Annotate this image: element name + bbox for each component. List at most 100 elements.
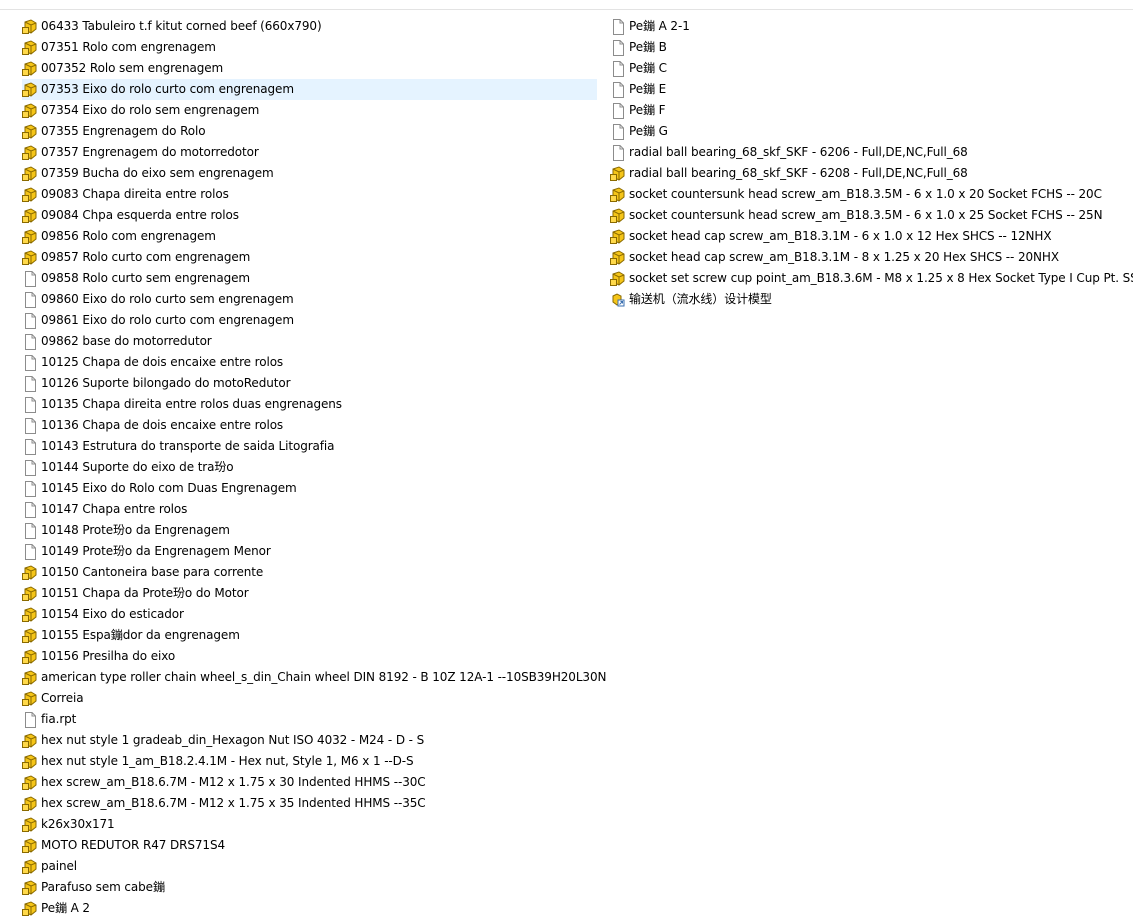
file-list-item[interactable]: 09084 Chpa esquerda entre rolos: [22, 205, 597, 226]
file-list-item[interactable]: 10155 Espa鏰dor da engrenagem: [22, 625, 597, 646]
file-list-item[interactable]: hex screw_am_B18.6.7M - M12 x 1.75 x 30 …: [22, 772, 597, 793]
solidworks-part-icon: [22, 774, 38, 791]
file-name-label: 09856 Rolo com engrenagem: [41, 229, 216, 243]
file-list-item[interactable]: socket countersunk head screw_am_B18.3.5…: [610, 205, 1133, 226]
solidworks-part-icon: [22, 564, 38, 581]
solidworks-part-icon: [610, 228, 626, 245]
file-list-item[interactable]: socket head cap screw_am_B18.3.1M - 6 x …: [610, 226, 1133, 247]
file-list-item[interactable]: Pe鏰 G: [610, 121, 1133, 142]
file-name-label: Pe鏰 G: [629, 124, 668, 138]
file-name-label: Pe鏰 C: [629, 61, 667, 75]
file-name-label: hex screw_am_B18.6.7M - M12 x 1.75 x 35 …: [41, 796, 426, 810]
solidworks-part-icon: [22, 228, 38, 245]
file-name-label: 09860 Eixo do rolo curto sem engrenagem: [41, 292, 294, 306]
file-list-item[interactable]: 07353 Eixo do rolo curto com engrenagem: [22, 79, 597, 100]
solidworks-part-icon: [22, 123, 38, 140]
file-list-item[interactable]: 10148 Prote玢o da Engrenagem: [22, 520, 597, 541]
file-list-item[interactable]: 07359 Bucha do eixo sem engrenagem: [22, 163, 597, 184]
file-list-item[interactable]: 10156 Presilha do eixo: [22, 646, 597, 667]
solidworks-part-icon: [22, 39, 38, 56]
file-list-item[interactable]: 06433 Tabuleiro t.f kitut corned beef (6…: [22, 16, 597, 37]
file-name-label: 10136 Chapa de dois encaixe entre rolos: [41, 418, 284, 432]
file-list-item[interactable]: 09862 base do motorredutor: [22, 331, 597, 352]
blank-file-icon: [22, 312, 38, 329]
file-list-item[interactable]: radial ball bearing_68_skf_SKF - 6208 - …: [610, 163, 1133, 184]
file-list-item[interactable]: Pe鏰 E: [610, 79, 1133, 100]
blank-file-icon: [22, 438, 38, 455]
file-list-item[interactable]: 07357 Engrenagem do motorredotor: [22, 142, 597, 163]
file-list-item[interactable]: 09083 Chapa direita entre rolos: [22, 184, 597, 205]
blank-file-icon: [610, 18, 626, 35]
blank-file-icon: [22, 396, 38, 413]
file-list-item[interactable]: radial ball bearing_68_skf_SKF - 6206 - …: [610, 142, 1133, 163]
blank-file-icon: [610, 81, 626, 98]
file-list-item[interactable]: MOTO REDUTOR R47 DRS71S4: [22, 835, 597, 856]
file-list-item[interactable]: 10149 Prote玢o da Engrenagem Menor: [22, 541, 597, 562]
file-list-item[interactable]: painel: [22, 856, 597, 877]
file-name-label: socket countersunk head screw_am_B18.3.5…: [629, 187, 1102, 201]
file-list-item[interactable]: 10150 Cantoneira base para corrente: [22, 562, 597, 583]
file-name-label: 09084 Chpa esquerda entre rolos: [41, 208, 239, 222]
file-list-item[interactable]: Pe鏰 F: [610, 100, 1133, 121]
file-name-label: socket head cap screw_am_B18.3.1M - 6 x …: [629, 229, 1052, 243]
file-name-label: radial ball bearing_68_skf_SKF - 6208 - …: [629, 166, 968, 180]
file-name-label: 10145 Eixo do Rolo com Duas Engrenagem: [41, 481, 297, 495]
solidworks-part-icon: [22, 81, 38, 98]
solidworks-part-icon: [22, 144, 38, 161]
file-list-item[interactable]: 09856 Rolo com engrenagem: [22, 226, 597, 247]
file-list-item[interactable]: socket set screw cup point_am_B18.3.6M -…: [610, 268, 1133, 289]
file-list-item[interactable]: 09858 Rolo curto sem engrenagem: [22, 268, 597, 289]
file-list-item[interactable]: 09860 Eixo do rolo curto sem engrenagem: [22, 289, 597, 310]
file-name-label: socket countersunk head screw_am_B18.3.5…: [629, 208, 1103, 222]
file-list-item[interactable]: american type roller chain wheel_s_din_C…: [22, 667, 606, 688]
blank-file-icon: [22, 354, 38, 371]
file-name-label: 09861 Eixo do rolo curto com engrenagem: [41, 313, 294, 327]
solidworks-part-icon: [22, 60, 38, 77]
file-list-item[interactable]: 10135 Chapa direita entre rolos duas eng…: [22, 394, 597, 415]
file-list-item[interactable]: hex screw_am_B18.6.7M - M12 x 1.75 x 35 …: [22, 793, 597, 814]
file-list-item[interactable]: 007352 Rolo sem engrenagem: [22, 58, 597, 79]
file-list-item[interactable]: 07355 Engrenagem do Rolo: [22, 121, 597, 142]
file-list-item[interactable]: socket head cap screw_am_B18.3.1M - 8 x …: [610, 247, 1133, 268]
file-list-item[interactable]: 10144 Suporte do eixo de tra玢o: [22, 457, 597, 478]
file-list-item[interactable]: 输送机（流水线）设计模型: [610, 289, 1133, 310]
solidworks-part-icon: [22, 165, 38, 182]
solidworks-part-icon: [22, 690, 38, 707]
file-list-item[interactable]: 10147 Chapa entre rolos: [22, 499, 597, 520]
file-list-left-column: 06433 Tabuleiro t.f kitut corned beef (6…: [22, 16, 606, 919]
file-list-item[interactable]: 10126 Suporte bilongado do motoRedutor: [22, 373, 597, 394]
file-list-item[interactable]: Parafuso sem cabe鏰: [22, 877, 597, 898]
file-list-item[interactable]: socket countersunk head screw_am_B18.3.5…: [610, 184, 1133, 205]
file-name-label: 10143 Estrutura do transporte de saida L…: [41, 439, 335, 453]
file-list-item[interactable]: 10154 Eixo do esticador: [22, 604, 597, 625]
file-list-item[interactable]: 10136 Chapa de dois encaixe entre rolos: [22, 415, 597, 436]
solidworks-part-icon: [22, 900, 38, 917]
file-list-item[interactable]: Pe鏰 C: [610, 58, 1133, 79]
blank-file-icon: [22, 270, 38, 287]
file-list-item[interactable]: hex nut style 1_am_B18.2.4.1M - Hex nut,…: [22, 751, 597, 772]
file-list-item[interactable]: 07351 Rolo com engrenagem: [22, 37, 597, 58]
file-list-item[interactable]: 10151 Chapa da Prote玢o do Motor: [22, 583, 597, 604]
file-list-item[interactable]: Pe鏰 B: [610, 37, 1133, 58]
file-list-item[interactable]: 10143 Estrutura do transporte de saida L…: [22, 436, 597, 457]
file-list-item[interactable]: Pe鏰 A 2-1: [610, 16, 1133, 37]
file-name-label: radial ball bearing_68_skf_SKF - 6206 - …: [629, 145, 968, 159]
file-list-item[interactable]: 10145 Eixo do Rolo com Duas Engrenagem: [22, 478, 597, 499]
file-list-item[interactable]: Correia: [22, 688, 597, 709]
file-list-item[interactable]: hex nut style 1 gradeab_din_Hexagon Nut …: [22, 730, 597, 751]
solidworks-part-icon: [610, 186, 626, 203]
file-list-item[interactable]: 10125 Chapa de dois encaixe entre rolos: [22, 352, 597, 373]
blank-file-icon: [22, 417, 38, 434]
file-list-item[interactable]: 09857 Rolo curto com engrenagem: [22, 247, 597, 268]
file-list-item[interactable]: 09861 Eixo do rolo curto com engrenagem: [22, 310, 597, 331]
file-list-item[interactable]: k26x30x171: [22, 814, 597, 835]
file-name-label: 10144 Suporte do eixo de tra玢o: [41, 460, 234, 474]
file-list-item[interactable]: fia.rpt: [22, 709, 597, 730]
file-name-label: Pe鏰 F: [629, 103, 666, 117]
file-name-label: 10151 Chapa da Prote玢o do Motor: [41, 586, 249, 600]
file-name-label: 09083 Chapa direita entre rolos: [41, 187, 229, 201]
file-list-item[interactable]: 07354 Eixo do rolo sem engrenagem: [22, 100, 597, 121]
blank-file-icon: [22, 711, 38, 728]
file-name-label: Correia: [41, 691, 84, 705]
blank-file-icon: [22, 543, 38, 560]
